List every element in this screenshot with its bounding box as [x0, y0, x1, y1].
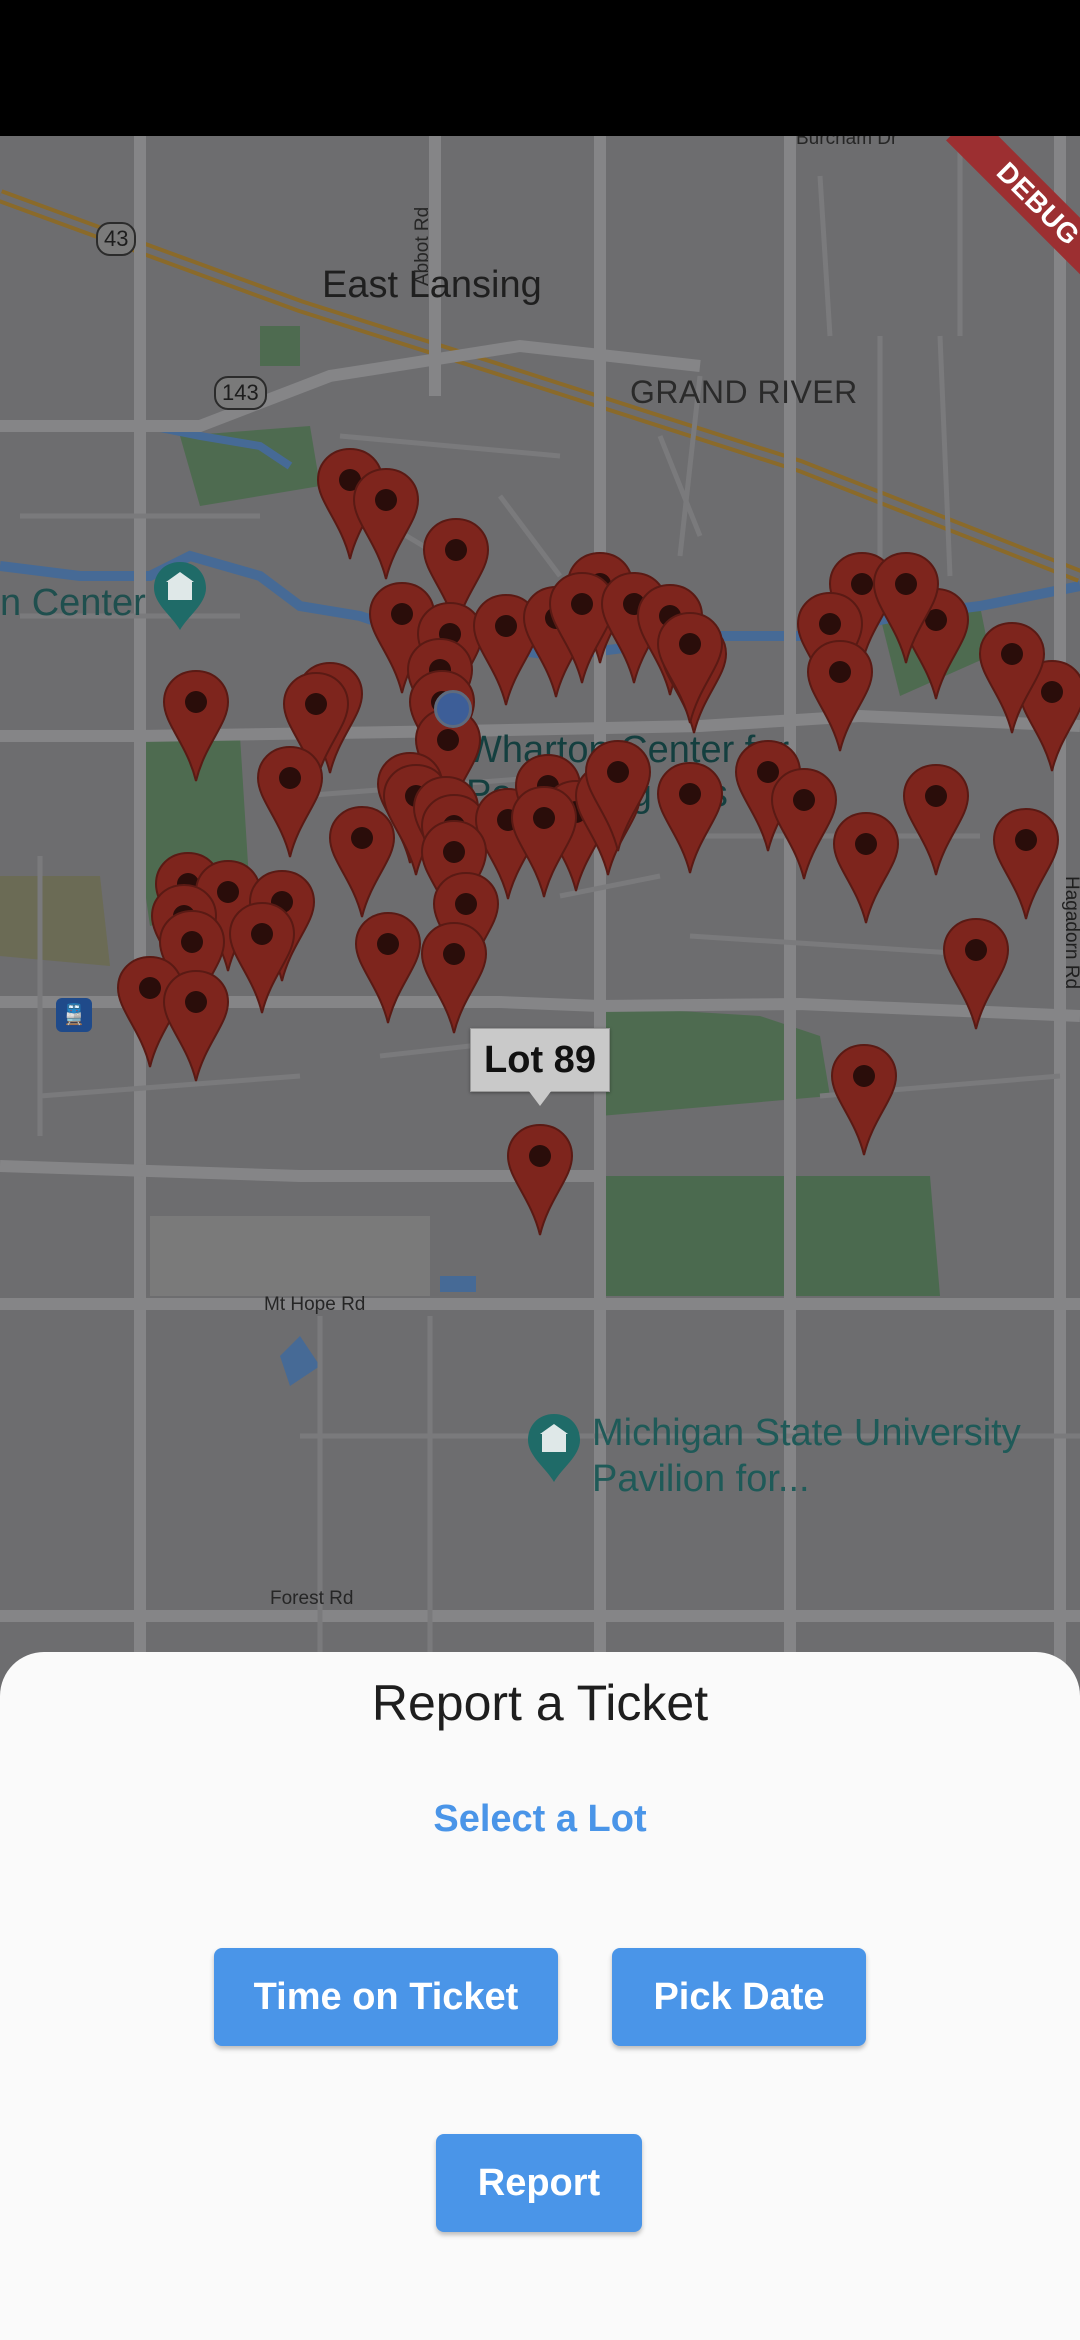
parking-lot-pin[interactable]: [655, 610, 725, 726]
label-forest-rd: Forest Rd: [270, 1588, 354, 1609]
label-pavilion-line2: Pavilion for...: [592, 1458, 810, 1500]
map-marker-icon: [830, 1043, 898, 1156]
map-marker-icon: [584, 739, 652, 852]
parking-lot-pin[interactable]: [227, 900, 297, 1016]
lot-info-tail: [528, 1090, 552, 1106]
parking-lot-pin[interactable]: [829, 1042, 899, 1158]
map-marker-icon: [656, 611, 724, 724]
report-sheet: Report a Ticket Select a Lot Time on Tic…: [0, 1652, 1080, 2340]
pick-date-button[interactable]: Pick Date: [612, 1948, 866, 2046]
map-marker-icon: [510, 785, 578, 898]
train-station-icon: 🚆: [56, 998, 92, 1032]
map-marker-icon: [992, 807, 1060, 920]
map-marker-icon: [942, 917, 1010, 1030]
map-marker-icon: [354, 911, 422, 1024]
label-mt-hope-rd: Mt Hope Rd: [264, 1294, 366, 1315]
label-burcham-dr: Burcham Dr: [796, 136, 898, 149]
report-button[interactable]: Report: [436, 2134, 642, 2232]
current-location-dot: [434, 690, 472, 728]
map-marker-icon: [872, 551, 940, 664]
parking-lot-pin[interactable]: [583, 738, 653, 854]
map-marker-icon: [328, 805, 396, 918]
parking-lot-pin[interactable]: [419, 920, 489, 1036]
parking-lot-pin[interactable]: [831, 810, 901, 926]
parking-lot-pin[interactable]: [901, 762, 971, 878]
time-on-ticket-button[interactable]: Time on Ticket: [214, 1948, 558, 2046]
map-marker-icon: [352, 467, 420, 580]
parking-lot-pin[interactable]: [871, 550, 941, 666]
parking-lot-pin[interactable]: [991, 806, 1061, 922]
parking-lot-pin[interactable]: [505, 1122, 575, 1238]
label-hagadorn-rd: Hagadorn Rd: [1061, 876, 1080, 990]
map-marker-icon: [832, 811, 900, 924]
map-view[interactable]: 43 143 East Lansing GRAND RIVER Abbot Rd…: [0, 136, 1080, 1696]
map-marker-icon: [506, 1123, 574, 1236]
map-marker-icon: [162, 969, 230, 1082]
status-bar: [0, 0, 1080, 136]
parking-lot-pin[interactable]: [255, 744, 325, 860]
landmark-icon: [154, 562, 206, 630]
label-grand-river: GRAND RIVER: [630, 374, 858, 410]
parking-lot-pin[interactable]: [161, 668, 231, 784]
route-143-badge: 143: [214, 376, 267, 410]
parking-lot-pin[interactable]: [769, 766, 839, 882]
landmark-icon: [528, 1414, 580, 1482]
lot-info-window[interactable]: Lot 89: [470, 1028, 610, 1092]
debug-banner: DEBUG: [920, 136, 1080, 296]
parking-lot-pin[interactable]: [509, 784, 579, 900]
map-marker-icon: [656, 761, 724, 874]
parking-lot-pin[interactable]: [353, 910, 423, 1026]
parking-lot-pin[interactable]: [977, 620, 1047, 736]
label-n-center: n Center: [0, 582, 146, 624]
map-marker-icon: [770, 767, 838, 880]
map-marker-icon: [256, 745, 324, 858]
parking-lot-pin[interactable]: [327, 804, 397, 920]
label-abbot-rd: Abbot Rd: [412, 206, 433, 286]
route-43-badge: 43: [96, 222, 137, 256]
map-marker-icon: [162, 669, 230, 782]
map-marker-icon: [228, 901, 296, 1014]
map-marker-icon: [420, 921, 488, 1034]
map-marker-icon: [902, 763, 970, 876]
select-lot-button[interactable]: Select a Lot: [0, 1798, 1080, 1841]
label-pavilion-line1: Michigan State University: [592, 1412, 1021, 1454]
sheet-title: Report a Ticket: [371, 1675, 709, 1731]
parking-lot-pin[interactable]: [805, 638, 875, 754]
debug-label: DEBUG: [946, 136, 1080, 296]
parking-lot-pin[interactable]: [351, 466, 421, 582]
parking-lot-pin[interactable]: [941, 916, 1011, 1032]
parking-lot-pin[interactable]: [655, 760, 725, 876]
parking-lot-pin[interactable]: [161, 968, 231, 1084]
map-marker-icon: [806, 639, 874, 752]
map-marker-icon: [978, 621, 1046, 734]
